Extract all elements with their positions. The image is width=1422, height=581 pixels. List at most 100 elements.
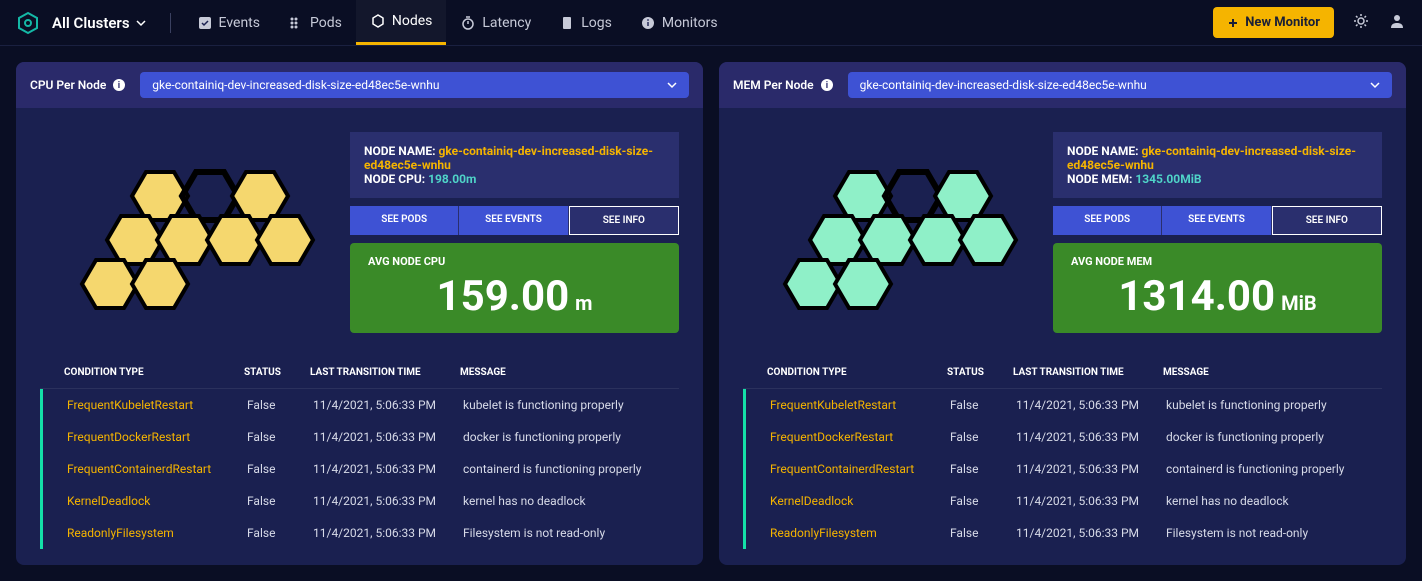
message-text: containerd is functioning properly [463, 462, 679, 476]
nav-events[interactable]: Events [183, 0, 274, 45]
condition-type: FrequentContainerdRestart [67, 462, 247, 476]
info-icon[interactable]: i [112, 78, 126, 92]
settings-button[interactable] [1352, 12, 1370, 34]
user-icon [1388, 12, 1406, 30]
cpu-node-select[interactable]: gke-containiq-dev-increased-disk-size-ed… [140, 72, 689, 98]
table-row: ReadonlyFilesystemFalse11/4/2021, 5:06:3… [743, 517, 1382, 549]
table-row: FrequentKubeletRestartFalse11/4/2021, 5:… [743, 389, 1382, 421]
transition-time: 11/4/2021, 5:06:33 PM [1016, 526, 1166, 540]
transition-time: 11/4/2021, 5:06:33 PM [1016, 398, 1166, 412]
nav-monitors-label: Monitors [662, 15, 718, 31]
table-row: FrequentContainerdRestartFalse11/4/2021,… [40, 453, 679, 485]
mem-panel-title: MEM Per Node i [733, 78, 834, 92]
nav-logs[interactable]: Logs [545, 0, 626, 45]
svg-text:i: i [118, 81, 120, 91]
cpu-panel-title-text: CPU Per Node [30, 78, 106, 92]
logo-icon [16, 11, 40, 35]
condition-type: FrequentKubeletRestart [770, 398, 950, 412]
nav-monitors[interactable]: Monitors [626, 0, 732, 45]
mem-node-info: NODE NAME: gke-containiq-dev-increased-d… [1053, 132, 1382, 198]
condition-type: KernelDeadlock [770, 494, 950, 508]
user-button[interactable] [1388, 12, 1406, 34]
table-row: KernelDeadlockFalse11/4/2021, 5:06:33 PM… [40, 485, 679, 517]
condition-type: ReadonlyFilesystem [67, 526, 247, 540]
message-text: kernel has no deadlock [1166, 494, 1382, 508]
nav-logs-label: Logs [581, 15, 612, 31]
new-monitor-button[interactable]: New Monitor [1213, 7, 1334, 38]
mem-node-select-value: gke-containiq-dev-increased-disk-size-ed… [860, 78, 1147, 92]
status-value: False [950, 526, 1016, 540]
cpu-see-events-button[interactable]: SEE EVENTS [459, 206, 567, 235]
col-condition-header: CONDITION TYPE [767, 367, 947, 378]
cpu-hex-cluster [40, 132, 330, 332]
chevron-down-icon [136, 18, 146, 28]
mem-node-select[interactable]: gke-containiq-dev-increased-disk-size-ed… [848, 72, 1392, 98]
col-status-header: STATUS [947, 367, 1013, 378]
mem-see-pods-button[interactable]: SEE PODS [1053, 206, 1161, 235]
mem-avg-box: AVG NODE MEM 1314.00MiB [1053, 243, 1382, 333]
gear-icon [1352, 12, 1370, 30]
nav-nodes[interactable]: Nodes [356, 0, 447, 45]
message-text: containerd is functioning properly [1166, 462, 1382, 476]
nav-pods[interactable]: Pods [274, 0, 356, 45]
cpu-see-pods-button[interactable]: SEE PODS [350, 206, 458, 235]
new-monitor-label: New Monitor [1245, 15, 1320, 30]
status-value: False [950, 462, 1016, 476]
hexagon-icon [370, 13, 386, 29]
stopwatch-icon [460, 15, 476, 31]
chevron-down-icon [667, 80, 677, 90]
message-text: kernel has no deadlock [463, 494, 679, 508]
mem-panel: MEM Per Node i gke-containiq-dev-increas… [719, 62, 1406, 565]
table-row: ReadonlyFilesystemFalse11/4/2021, 5:06:3… [40, 517, 679, 549]
table-row: FrequentContainerdRestartFalse11/4/2021,… [743, 453, 1382, 485]
mem-action-row: SEE PODS SEE EVENTS SEE INFO [1053, 206, 1382, 235]
cpu-avg-value: 159.00 [437, 272, 570, 321]
table-row: FrequentKubeletRestartFalse11/4/2021, 5:… [40, 389, 679, 421]
cluster-label: All Clusters [52, 14, 130, 32]
message-text: Filesystem is not read-only [1166, 526, 1382, 540]
message-text: kubelet is functioning properly [463, 398, 679, 412]
status-value: False [950, 430, 1016, 444]
col-condition-header: CONDITION TYPE [64, 367, 244, 378]
col-status-header: STATUS [244, 367, 310, 378]
grid-dots-icon [288, 15, 304, 31]
mem-see-events-button[interactable]: SEE EVENTS [1162, 206, 1270, 235]
transition-time: 11/4/2021, 5:06:33 PM [1016, 462, 1166, 476]
cpu-action-row: SEE PODS SEE EVENTS SEE INFO [350, 206, 679, 235]
nav-pods-label: Pods [310, 15, 342, 31]
document-icon [559, 15, 575, 31]
transition-time: 11/4/2021, 5:06:33 PM [313, 494, 463, 508]
message-text: kubelet is functioning properly [1166, 398, 1382, 412]
transition-time: 11/4/2021, 5:06:33 PM [313, 526, 463, 540]
nav-nodes-label: Nodes [392, 13, 433, 29]
cpu-node-info: NODE NAME: gke-containiq-dev-increased-d… [350, 132, 679, 198]
status-value: False [950, 494, 1016, 508]
nav-latency[interactable]: Latency [446, 0, 545, 45]
info-icon[interactable]: i [820, 78, 834, 92]
cpu-see-info-button[interactable]: SEE INFO [569, 206, 679, 235]
message-text: docker is functioning properly [1166, 430, 1382, 444]
table-row: FrequentDockerRestartFalse11/4/2021, 5:0… [743, 421, 1382, 453]
cpu-conditions-table: CONDITION TYPE STATUS LAST TRANSITION TI… [16, 357, 703, 565]
condition-type: FrequentDockerRestart [770, 430, 950, 444]
checkbox-icon [197, 15, 213, 31]
cpu-avg-box: AVG NODE CPU 159.00m [350, 243, 679, 333]
transition-time: 11/4/2021, 5:06:33 PM [1016, 494, 1166, 508]
info-circle-icon [640, 15, 656, 31]
cpu-node-name-label: NODE NAME: [364, 144, 436, 158]
mem-metric-value: 1345.00MiB [1135, 172, 1201, 186]
mem-avg-value: 1314.00 [1118, 272, 1275, 321]
status-value: False [247, 526, 313, 540]
svg-text:i: i [825, 81, 827, 91]
mem-conditions-table: CONDITION TYPE STATUS LAST TRANSITION TI… [719, 357, 1406, 565]
mem-see-info-button[interactable]: SEE INFO [1272, 206, 1382, 235]
condition-type: FrequentKubeletRestart [67, 398, 247, 412]
cpu-panel-header: CPU Per Node i gke-containiq-dev-increas… [16, 62, 703, 108]
cpu-avg-unit: m [575, 291, 592, 315]
mem-avg-unit: MiB [1281, 291, 1317, 315]
transition-time: 11/4/2021, 5:06:33 PM [1016, 430, 1166, 444]
cluster-selector[interactable]: All Clusters [52, 14, 158, 32]
nav: Events Pods Nodes Latency Logs Monitors [183, 0, 732, 45]
cpu-metric-label: NODE CPU: [364, 172, 425, 186]
mem-metric-label: NODE MEM: [1067, 172, 1132, 186]
